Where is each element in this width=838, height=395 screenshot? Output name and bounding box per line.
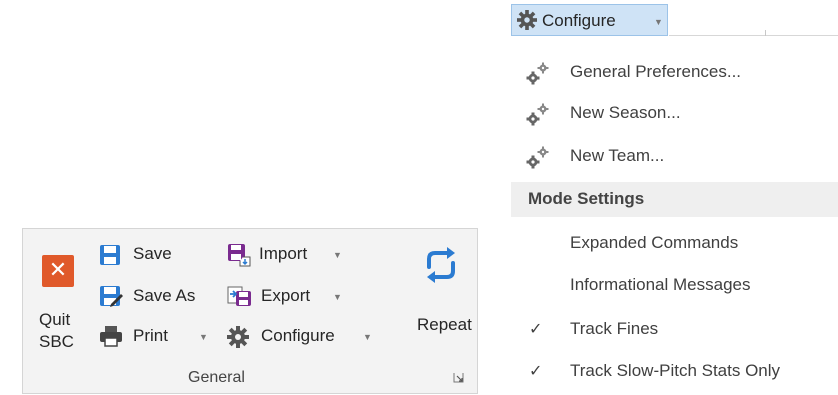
import-icon [228,244,251,267]
import-label: Import [259,244,308,263]
ribbon-group-general: ✕ Quit SBC Save Save As Print ▼ Import ▼… [22,228,478,394]
divider [765,30,766,36]
menu-option-label: Informational Messages [570,275,751,294]
repeat-button[interactable]: Repeat [413,239,477,359]
section-title: Mode Settings [528,189,645,208]
export-label: Export [261,286,311,305]
gear-icon [227,326,249,348]
gears-icon [526,103,549,126]
quit-sbc-label: Quit SBC [39,310,74,351]
print-dropdown-arrow[interactable]: ▼ [199,332,208,342]
repeat-label: Repeat [417,315,472,334]
menu-item-new-season[interactable]: New Season... [507,94,838,134]
close-icon: ✕ [42,255,74,287]
configure-label: Configure [261,326,335,345]
checkmark-icon: ✓ [529,361,543,380]
save-as-button[interactable]: Save As [99,284,209,310]
menu-option-track-fines[interactable]: ✓ Track Fines [507,310,838,350]
configure-menu-label: Configure [542,11,616,30]
import-dropdown-arrow[interactable]: ▼ [333,250,342,260]
group-label-general: General [188,369,245,386]
print-label: Print [133,326,168,345]
menu-option-expanded-commands[interactable]: Expanded Commands [507,224,838,264]
gears-icon [526,62,549,85]
repeat-icon [427,247,455,283]
menu-item-label: New Season... [570,103,681,122]
save-button[interactable]: Save [99,243,209,269]
configure-button[interactable]: Configure ▼ [227,324,377,350]
save-as-label: Save As [133,286,196,305]
gear-icon [517,10,537,30]
quit-sbc-button[interactable]: ✕ Quit SBC [27,235,87,365]
menu-option-label: Expanded Commands [570,233,739,252]
section-header-mode-settings: Mode Settings [511,182,838,217]
menu-option-track-slow-pitch-stats-only[interactable]: ✓ Track Slow-Pitch Stats Only [507,352,838,392]
configure-menu-button[interactable]: Configure ▼ [511,4,668,36]
menu-item-label: General Preferences... [570,62,742,81]
menu-option-label: Track Slow-Pitch Stats Only [570,361,781,380]
menu-item-new-team[interactable]: New Team... [507,137,838,177]
menu-option-label: Track Fines [570,319,659,338]
checkmark-icon: ✓ [529,319,543,338]
dialog-launcher-icon[interactable] [453,372,464,383]
gears-icon [526,146,549,169]
export-icon [227,286,251,306]
configure-dropdown-arrow[interactable]: ▼ [363,332,372,342]
save-as-icon [100,286,123,307]
configure-dropdown-menu: Configure ▼ General Preferences... New S… [507,0,838,395]
printer-icon [100,326,122,347]
export-button[interactable]: Export ▼ [227,284,357,310]
menu-option-informational-messages[interactable]: Informational Messages [507,266,838,306]
save-label: Save [133,244,172,263]
chevron-down-icon: ▼ [654,17,663,27]
menu-item-general-preferences[interactable]: General Preferences... [507,53,838,93]
import-button[interactable]: Import ▼ [227,243,357,269]
menu-item-label: New Team... [570,146,665,165]
print-button[interactable]: Print ▼ [99,324,209,350]
save-icon [100,245,120,265]
divider [669,35,838,36]
export-dropdown-arrow[interactable]: ▼ [333,292,342,302]
